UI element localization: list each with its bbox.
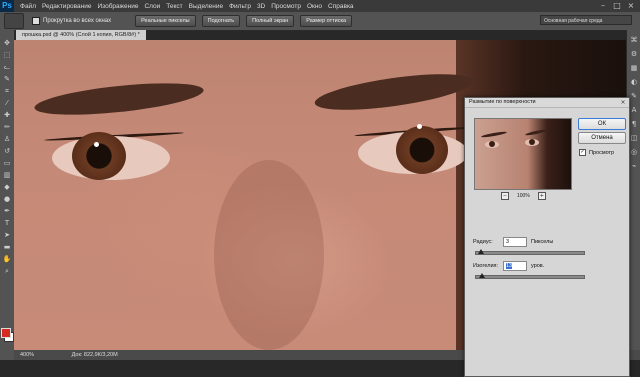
fit-screen-button[interactable]: Подогнать — [201, 15, 241, 27]
preview-checkbox[interactable]: ✓ — [579, 149, 586, 156]
quick-select-tool-icon[interactable]: ✎ — [2, 74, 12, 84]
zoom-in-icon[interactable]: + — [537, 192, 546, 200]
lasso-tool-icon[interactable]: ᓚ — [2, 62, 12, 72]
menu-type[interactable]: Текст — [166, 3, 182, 10]
eraser-tool-icon[interactable]: ▭ — [2, 158, 12, 168]
menu-image[interactable]: Изображение — [98, 3, 139, 10]
blur-tool-icon[interactable]: ◆ — [2, 182, 12, 192]
right-eyebrow — [312, 67, 476, 117]
print-size-button[interactable]: Размер оттиска — [300, 15, 353, 27]
document-info[interactable]: Док: 822,9К/3,20М — [72, 352, 118, 358]
menu-edit[interactable]: Редактирование — [42, 3, 92, 10]
preview-zoom-controls: − 100% + — [501, 192, 546, 200]
adjustments-panel-icon[interactable]: ◐ — [630, 78, 638, 86]
menu-select[interactable]: Выделение — [189, 3, 223, 10]
minimize-icon[interactable]: – — [596, 0, 610, 12]
menu-3d[interactable]: 3D — [257, 3, 265, 10]
swatches-panel-icon[interactable]: ▦ — [630, 64, 638, 72]
preview-toggle[interactable]: ✓ Просмотр — [579, 149, 614, 156]
pen-tool-icon[interactable]: ✒ — [2, 206, 12, 216]
menu-help[interactable]: Справка — [328, 3, 354, 10]
brush-tool-icon[interactable]: ✏ — [2, 122, 12, 132]
crop-tool-icon[interactable]: ⌗ — [2, 86, 12, 96]
eyedropper-tool-icon[interactable]: ⁄ — [2, 98, 12, 108]
character-panel-icon[interactable]: A — [630, 106, 638, 114]
scroll-all-windows-label: Прокрутка во всех окнах — [43, 18, 112, 24]
document-tab[interactable]: прошка.psd @ 400% (Слой 1 копия, RGB/8#)… — [16, 30, 146, 40]
healing-brush-tool-icon[interactable]: ✚ — [2, 110, 12, 120]
tool-preset-picker[interactable] — [4, 13, 24, 29]
zoom-level[interactable]: 400% — [20, 352, 34, 358]
fill-screen-button[interactable]: Полный экран — [246, 15, 295, 27]
left-iris — [72, 132, 126, 180]
threshold-unit: уров. — [531, 263, 545, 269]
dodge-tool-icon[interactable]: ● — [2, 194, 12, 204]
properties-panel-icon[interactable]: ⚙ — [630, 50, 638, 58]
foreground-color-swatch[interactable] — [1, 328, 11, 338]
layers-panel-icon[interactable]: ◫ — [630, 134, 638, 142]
hand-tool-icon[interactable]: ✋ — [2, 254, 12, 264]
left-eyebrow — [33, 77, 205, 121]
channels-panel-icon[interactable]: ◎ — [630, 148, 638, 156]
path-select-tool-icon[interactable]: ➤ — [2, 230, 12, 240]
maximize-icon[interactable]: □ — [610, 0, 624, 12]
scroll-all-windows-checkbox[interactable] — [32, 17, 40, 25]
workspace-select[interactable]: Основная рабочая среда — [540, 15, 632, 25]
menu-view[interactable]: Просмотр — [271, 3, 301, 10]
menu-bar: Ps Файл Редактирование Изображение Слои … — [0, 0, 640, 12]
zoom-out-icon[interactable]: − — [501, 192, 509, 200]
tools-panel: ✥ ⬚ ᓚ ✎ ⌗ ⁄ ✚ ✏ ♙ ↺ ▭ ▥ ◆ ● ✒ T ➤ ▬ ✋ ⌕ — [0, 30, 15, 360]
threshold-slider[interactable] — [475, 273, 585, 279]
type-tool-icon[interactable]: T — [2, 218, 12, 228]
history-panel-icon[interactable]: ⌘ — [630, 36, 638, 44]
preview-right-eyebrow — [524, 128, 548, 137]
preview-right-iris — [529, 139, 535, 145]
paths-panel-icon[interactable]: ⌁ — [630, 162, 638, 170]
threshold-slider-thumb[interactable] — [479, 273, 486, 278]
shape-tool-icon[interactable]: ▬ — [2, 242, 12, 252]
clone-stamp-tool-icon[interactable]: ♙ — [2, 134, 12, 144]
preview-left-eyebrow — [480, 130, 508, 139]
gradient-tool-icon[interactable]: ▥ — [2, 170, 12, 180]
dialog-close-icon[interactable]: × — [619, 99, 627, 106]
paragraph-panel-icon[interactable]: ¶ — [630, 120, 638, 128]
history-brush-tool-icon[interactable]: ↺ — [2, 146, 12, 156]
zoom-tool-icon[interactable]: ⌕ — [2, 266, 12, 276]
actual-pixels-button[interactable]: Реальные пикселы — [135, 15, 196, 27]
surface-blur-dialog: Размытие по поверхности × − 100% + ОК От… — [464, 97, 630, 377]
threshold-label: Изогелия: — [473, 263, 499, 269]
close-icon[interactable]: × — [624, 0, 638, 12]
radius-slider-thumb[interactable] — [478, 249, 485, 254]
ok-button[interactable]: ОК — [578, 118, 626, 130]
nose-shadow — [214, 160, 324, 350]
right-iris — [396, 126, 448, 174]
dialog-title: Размытие по поверхности — [465, 98, 629, 108]
preview-left-iris — [489, 141, 495, 147]
menu-layers[interactable]: Слои — [144, 3, 160, 10]
menu-filter[interactable]: Фильтр — [229, 3, 251, 10]
menu-file[interactable]: Файл — [20, 3, 36, 10]
threshold-input[interactable]: 13 — [503, 261, 527, 271]
right-eye-highlight — [417, 124, 422, 129]
marquee-tool-icon[interactable]: ⬚ — [2, 50, 12, 60]
photoshop-logo: Ps — [0, 0, 14, 12]
threshold-value-selected: 13 — [506, 263, 513, 269]
preview-label: Просмотр — [589, 149, 615, 156]
threshold-row: Изогелия: 13 уров. — [473, 261, 544, 271]
radius-slider[interactable] — [475, 249, 585, 255]
menu-window[interactable]: Окно — [307, 3, 322, 10]
radius-input[interactable]: 3 — [503, 237, 527, 247]
radius-unit: Пикселы — [531, 239, 554, 245]
filter-preview[interactable] — [474, 118, 572, 190]
radius-label: Радиус: — [473, 239, 493, 245]
brush-panel-icon[interactable]: ✎ — [630, 92, 638, 100]
radius-row: Радиус: 3 Пикселы — [473, 237, 553, 247]
cancel-button[interactable]: Отмена — [578, 132, 626, 144]
left-eye-highlight — [94, 142, 99, 147]
preview-zoom-value: 100% — [517, 193, 530, 199]
move-tool-icon[interactable]: ✥ — [2, 38, 12, 48]
